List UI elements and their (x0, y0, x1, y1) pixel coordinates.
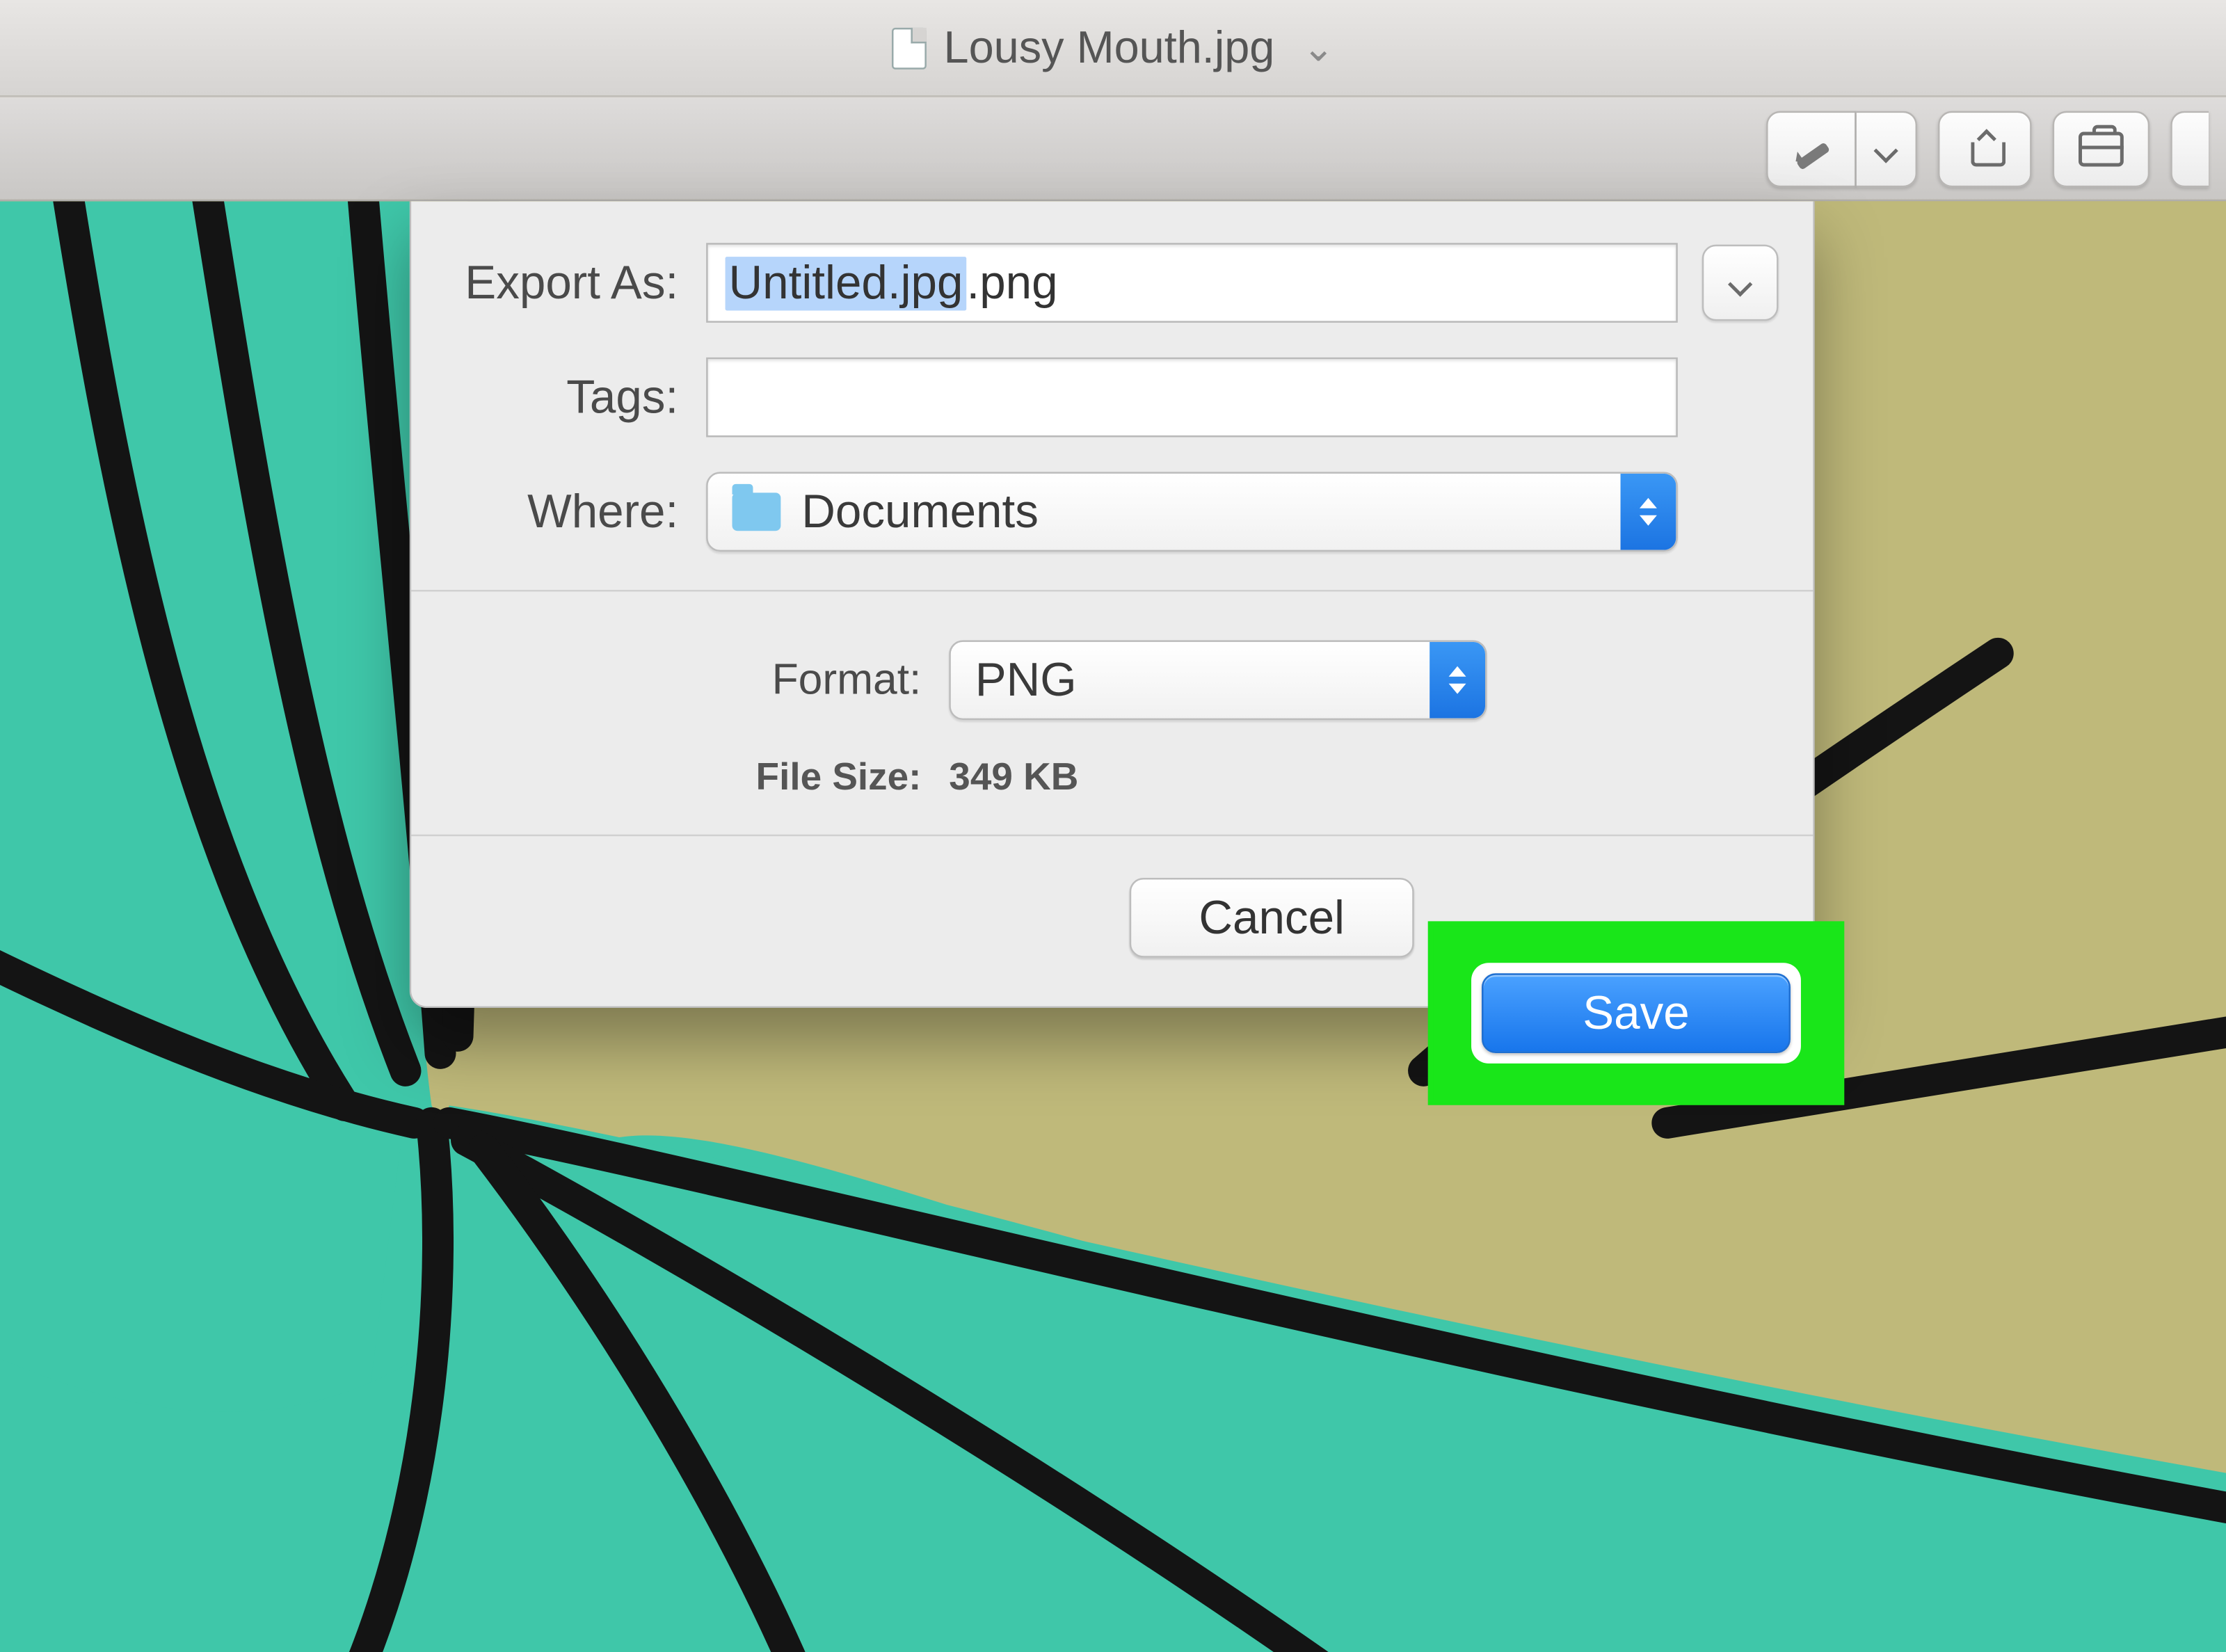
chevron-down-icon[interactable]: ⌄ (1302, 25, 1334, 70)
markup-split-button[interactable] (1766, 110, 1917, 186)
file-icon (892, 27, 927, 69)
share-button[interactable] (1938, 110, 2032, 186)
share-icon (1964, 127, 2005, 169)
export-as-selected-text: Untitled.jpg (726, 256, 967, 310)
where-stepper[interactable] (1621, 474, 1676, 550)
where-label: Where: (446, 485, 706, 538)
save-button[interactable]: Save (1482, 973, 1791, 1053)
chevron-down-icon (1874, 136, 1898, 161)
format-value: PNG (975, 653, 1077, 707)
window-title: Lousy Mouth.jpg (944, 21, 1275, 74)
save-highlight: Save (1433, 927, 1839, 1100)
folder-icon (732, 492, 781, 531)
title-bar: Lousy Mouth.jpg ⌄ (0, 0, 2226, 97)
export-as-suffix: .png (966, 256, 1057, 310)
export-sheet: Export As: Untitled.jpg.png Tags: Where: (410, 201, 1815, 1008)
markup-menu-button[interactable] (1857, 110, 1917, 186)
markup-button[interactable] (1766, 110, 1857, 186)
format-label: Format: (446, 655, 949, 705)
where-popup[interactable]: Documents (706, 472, 1678, 552)
cancel-button[interactable]: Cancel (1130, 878, 1414, 958)
chevron-down-icon (1728, 271, 1752, 295)
pen-icon (1792, 129, 1830, 168)
where-value: Documents (801, 485, 1039, 538)
export-as-label: Export As: (446, 256, 706, 310)
file-size-label: File Size: (446, 755, 949, 800)
tags-field[interactable] (706, 358, 1678, 438)
format-popup[interactable]: PNG (949, 640, 1487, 720)
overflow-button[interactable] (2170, 110, 2209, 186)
toolbox-icon (2079, 131, 2124, 166)
tags-label: Tags: (446, 371, 706, 424)
format-stepper[interactable] (1430, 642, 1485, 719)
export-as-field[interactable]: Untitled.jpg.png (706, 243, 1678, 323)
expand-save-panel-button[interactable] (1702, 245, 1779, 321)
toolbar (0, 97, 2226, 202)
file-size-value: 349 KB (949, 755, 1078, 800)
toolbox-button[interactable] (2053, 110, 2150, 186)
